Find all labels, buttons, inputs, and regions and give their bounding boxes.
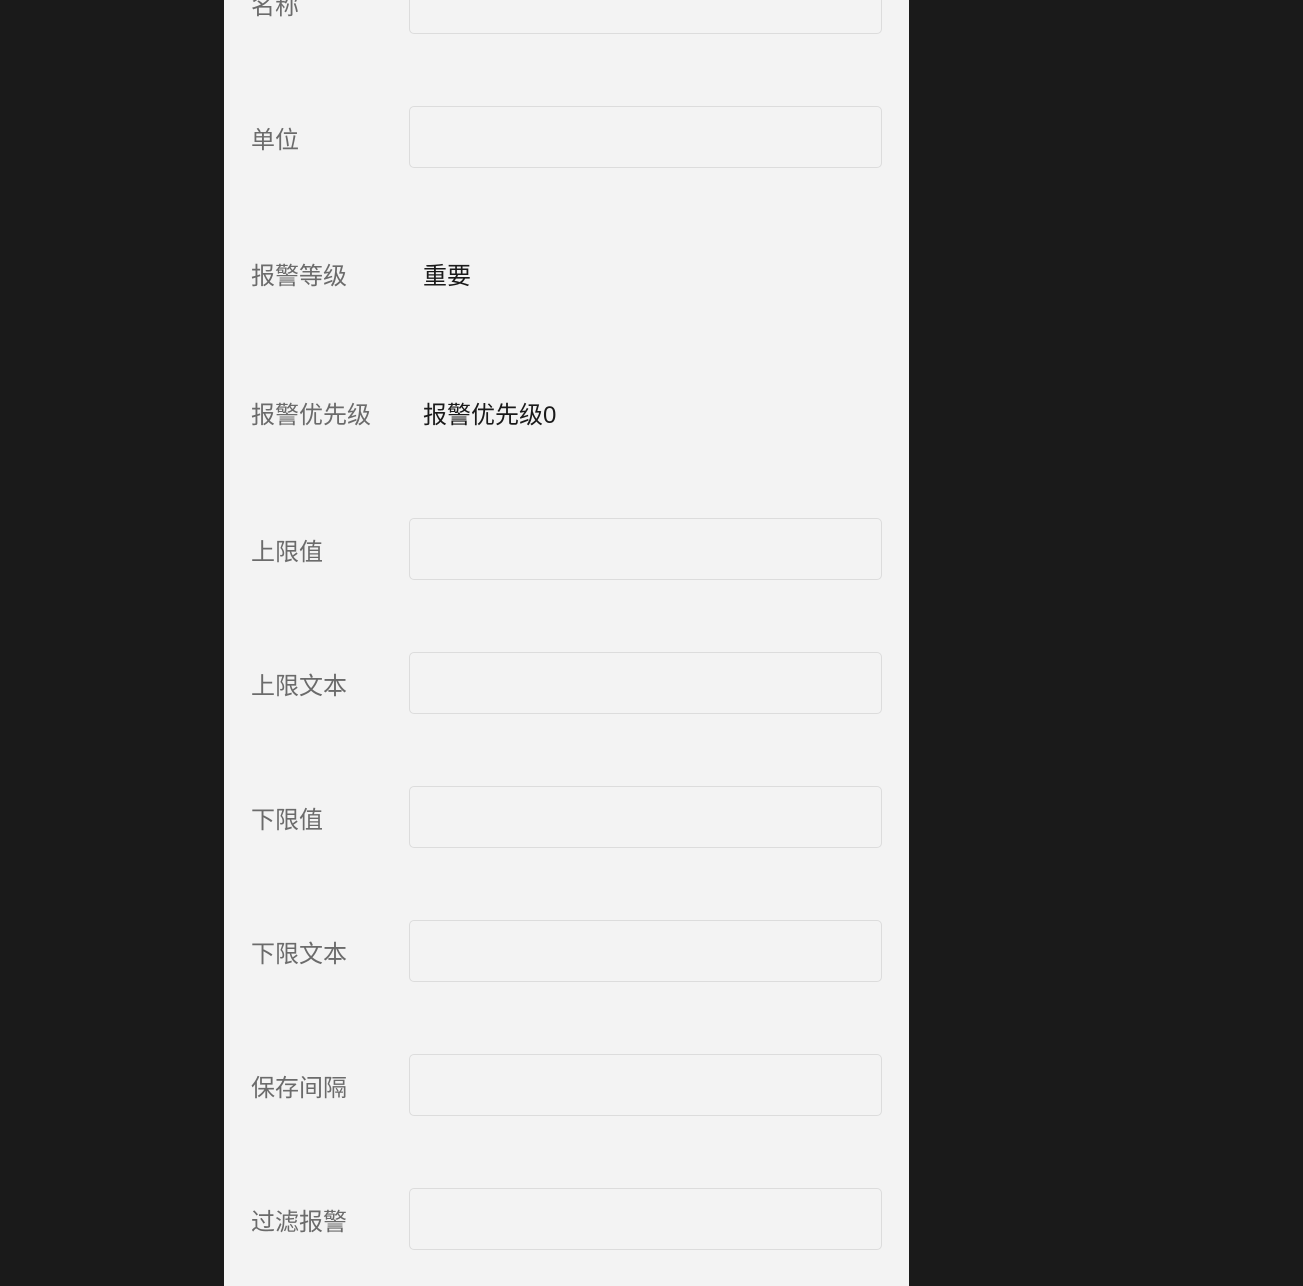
- label-alarm-priority: 报警优先级: [251, 395, 409, 430]
- label-upper-text: 上限文本: [251, 666, 409, 701]
- label-save-interval: 保存间隔: [251, 1068, 409, 1103]
- input-upper-limit[interactable]: [409, 518, 882, 580]
- label-alarm-level: 报警等级: [251, 256, 409, 291]
- label-unit: 单位: [251, 120, 409, 155]
- row-name: 名称: [251, 0, 882, 70]
- value-alarm-level[interactable]: 重要: [409, 240, 882, 307]
- label-name: 名称: [251, 0, 409, 21]
- input-save-interval[interactable]: [409, 1054, 882, 1116]
- row-upper-text: 上限文本: [251, 616, 882, 750]
- input-upper-text[interactable]: [409, 652, 882, 714]
- row-lower-text: 下限文本: [251, 884, 882, 1018]
- label-filter-alarm: 过滤报警: [251, 1202, 409, 1237]
- input-lower-text[interactable]: [409, 920, 882, 982]
- value-alarm-priority[interactable]: 报警优先级0: [409, 379, 882, 446]
- input-name[interactable]: [409, 0, 882, 34]
- input-unit[interactable]: [409, 106, 882, 168]
- label-lower-text: 下限文本: [251, 934, 409, 969]
- input-filter-alarm[interactable]: [409, 1188, 882, 1250]
- label-lower-limit: 下限值: [251, 800, 409, 835]
- row-filter-alarm: 过滤报警: [251, 1152, 882, 1286]
- row-unit: 单位: [251, 70, 882, 204]
- label-upper-limit: 上限值: [251, 532, 409, 567]
- row-alarm-priority: 报警优先级 报警优先级0: [251, 343, 882, 482]
- input-lower-limit[interactable]: [409, 786, 882, 848]
- row-upper-limit: 上限值: [251, 482, 882, 616]
- row-alarm-level: 报警等级 重要: [251, 204, 882, 343]
- row-save-interval: 保存间隔: [251, 1018, 882, 1152]
- row-lower-limit: 下限值: [251, 750, 882, 884]
- form-panel: 名称 单位 报警等级 重要 报警优先级 报警优先级0 上限值 上限文本 下限值 …: [224, 0, 909, 1286]
